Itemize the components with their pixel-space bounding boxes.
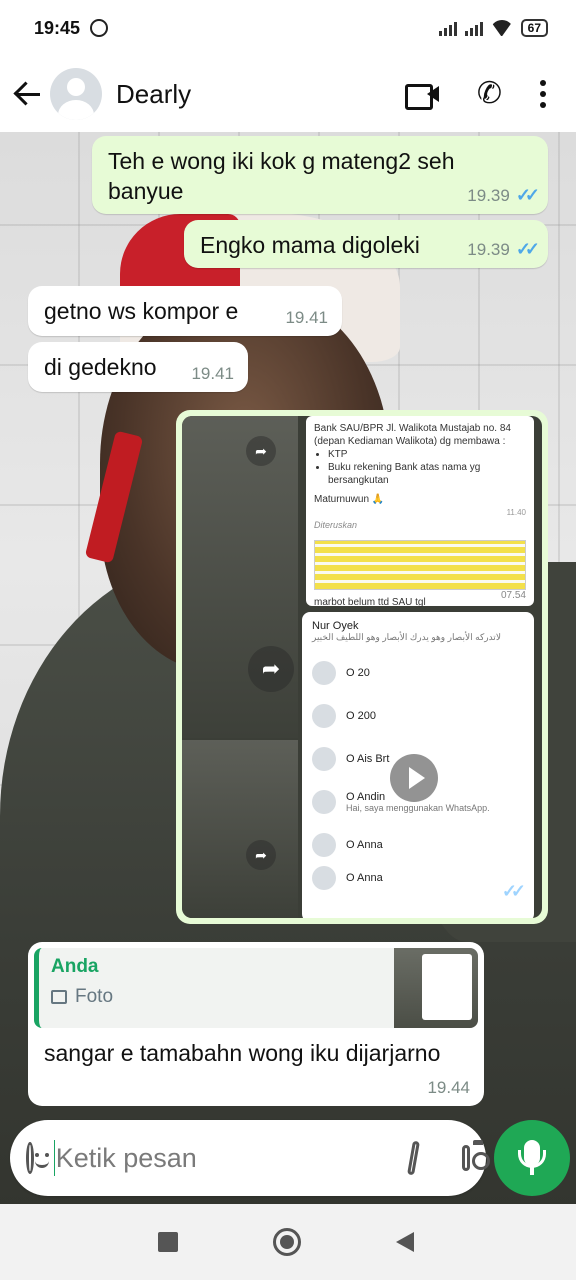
screenshot-time: 07.54 bbox=[500, 590, 526, 601]
reply-message-bubble[interactable]: Anda Foto sangar e tamabahn wong iku dij… bbox=[28, 942, 484, 1106]
more-options-icon[interactable] bbox=[540, 80, 546, 108]
quoted-message[interactable]: Anda Foto bbox=[34, 948, 478, 1028]
signal-icon-2 bbox=[464, 20, 483, 36]
chat-header: Dearly ✆ bbox=[0, 56, 576, 132]
message-text: sangar e tamabahn wong iku dijarjarno bbox=[44, 1040, 441, 1066]
emoji-icon[interactable] bbox=[26, 1142, 48, 1174]
contact-header-sub: لاتدركه الأبصار وهو يدرك الأبصار وهو الل… bbox=[312, 632, 501, 642]
message-text: getno ws kompor e bbox=[44, 298, 239, 324]
message-text: Teh e wong iki kok g mateng2 seh banyue bbox=[108, 148, 455, 204]
contact-row-name: O Anna bbox=[346, 872, 383, 884]
back-arrow-icon[interactable] bbox=[12, 79, 42, 109]
alarm-icon bbox=[90, 19, 109, 37]
avatar bbox=[312, 746, 336, 771]
table-image bbox=[314, 540, 526, 590]
nav-back-icon[interactable] bbox=[396, 1232, 414, 1252]
quoted-type-label: Foto bbox=[75, 986, 114, 1007]
camera-icon[interactable] bbox=[462, 1140, 489, 1171]
message-composer bbox=[10, 1120, 489, 1196]
avatar bbox=[312, 866, 336, 890]
recent-apps-icon[interactable] bbox=[158, 1232, 178, 1252]
screenshot-closing: Maturnuwun 🙏 bbox=[314, 494, 385, 505]
contact-row: O Anna bbox=[302, 823, 534, 866]
status-time: 19:45 bbox=[34, 17, 81, 38]
contact-row: O 20 bbox=[302, 651, 534, 694]
message-bubble-out[interactable]: Teh e wong iki kok g mateng2 seh banyue … bbox=[92, 136, 548, 214]
avatar bbox=[312, 832, 336, 857]
battery-icon: 67 bbox=[520, 19, 548, 37]
status-icons: 67 bbox=[438, 19, 548, 37]
signal-icon bbox=[438, 20, 457, 36]
message-bubble-out[interactable]: Engko mama digoleki 19.39 ✓✓ bbox=[184, 220, 548, 268]
contact-row-name: O Ais Brt bbox=[346, 752, 390, 765]
screenshot-caption: marbot belum ttd SAU tgl bbox=[314, 597, 426, 608]
quoted-thumbnail bbox=[394, 948, 478, 1028]
contact-row-sub: Hai, saya menggunakan WhatsApp. bbox=[346, 802, 490, 813]
read-ticks-icon: ✓✓ bbox=[515, 239, 540, 259]
phone-icon[interactable]: ✆ bbox=[477, 79, 502, 109]
screenshot-bullet: Buku rekening Bank atas nama yg bersangk… bbox=[328, 461, 526, 487]
message-time: 19.39 bbox=[467, 185, 510, 205]
play-icon[interactable] bbox=[390, 754, 438, 802]
contact-header-name: Nur Oyek bbox=[312, 620, 359, 632]
media-album-bubble[interactable]: Bank SAU/BPR Jl. Walikota Mustajab no. 8… bbox=[176, 410, 548, 924]
contact-name[interactable]: Dearly bbox=[116, 79, 191, 110]
read-ticks-icon: ✓✓ bbox=[515, 185, 540, 205]
contact-row-name: O Anna bbox=[346, 838, 383, 851]
contact-row-name: O 200 bbox=[346, 709, 376, 722]
message-time: 19.39 bbox=[467, 239, 510, 259]
photo-tile[interactable] bbox=[182, 740, 298, 918]
screenshot-line: Bank SAU/BPR Jl. Walikota Mustajab no. 8… bbox=[314, 423, 511, 447]
system-nav-bar bbox=[0, 1204, 576, 1280]
contact-list-header: Nur Oyek لاتدركه الأبصار وهو يدرك الأبصا… bbox=[302, 612, 534, 651]
forward-icon: ➦ bbox=[246, 436, 276, 466]
screenshot-time: 11.40 bbox=[506, 508, 526, 517]
forward-icon[interactable]: ➦ bbox=[248, 646, 294, 692]
avatar bbox=[312, 789, 336, 814]
contact-row: O 200 bbox=[302, 694, 534, 737]
album-time: 19.42 bbox=[453, 881, 496, 900]
chat-area[interactable]: Teh e wong iki kok g mateng2 seh banyue … bbox=[0, 132, 576, 1204]
image-icon bbox=[51, 990, 67, 1004]
message-time: 19.41 bbox=[285, 308, 328, 327]
home-icon[interactable] bbox=[273, 1228, 301, 1256]
forward-icon: ➦ bbox=[246, 840, 276, 870]
avatar bbox=[312, 703, 336, 728]
screenshot-tile[interactable]: Bank SAU/BPR Jl. Walikota Mustajab no. 8… bbox=[306, 416, 534, 608]
contact-row-name: O 20 bbox=[346, 666, 370, 679]
message-time: 19.41 bbox=[191, 364, 234, 383]
avatar bbox=[312, 660, 336, 685]
video-call-icon[interactable] bbox=[404, 82, 439, 110]
screenshot-bullet: KTP bbox=[328, 448, 526, 461]
read-ticks-icon: ✓✓ bbox=[501, 881, 526, 901]
screenshot-forwarded: Diteruskan bbox=[314, 520, 358, 530]
status-bar: 19:45 67 bbox=[0, 0, 576, 56]
message-bubble-in[interactable]: getno ws kompor e 19.41 bbox=[28, 286, 342, 336]
wifi-icon bbox=[491, 20, 513, 36]
message-input[interactable] bbox=[55, 1142, 410, 1174]
message-bubble-in[interactable]: di gedekno 19.41 bbox=[28, 342, 248, 392]
avatar[interactable] bbox=[50, 68, 102, 120]
mic-button[interactable] bbox=[494, 1120, 570, 1196]
message-time: 19.44 bbox=[427, 1078, 470, 1097]
